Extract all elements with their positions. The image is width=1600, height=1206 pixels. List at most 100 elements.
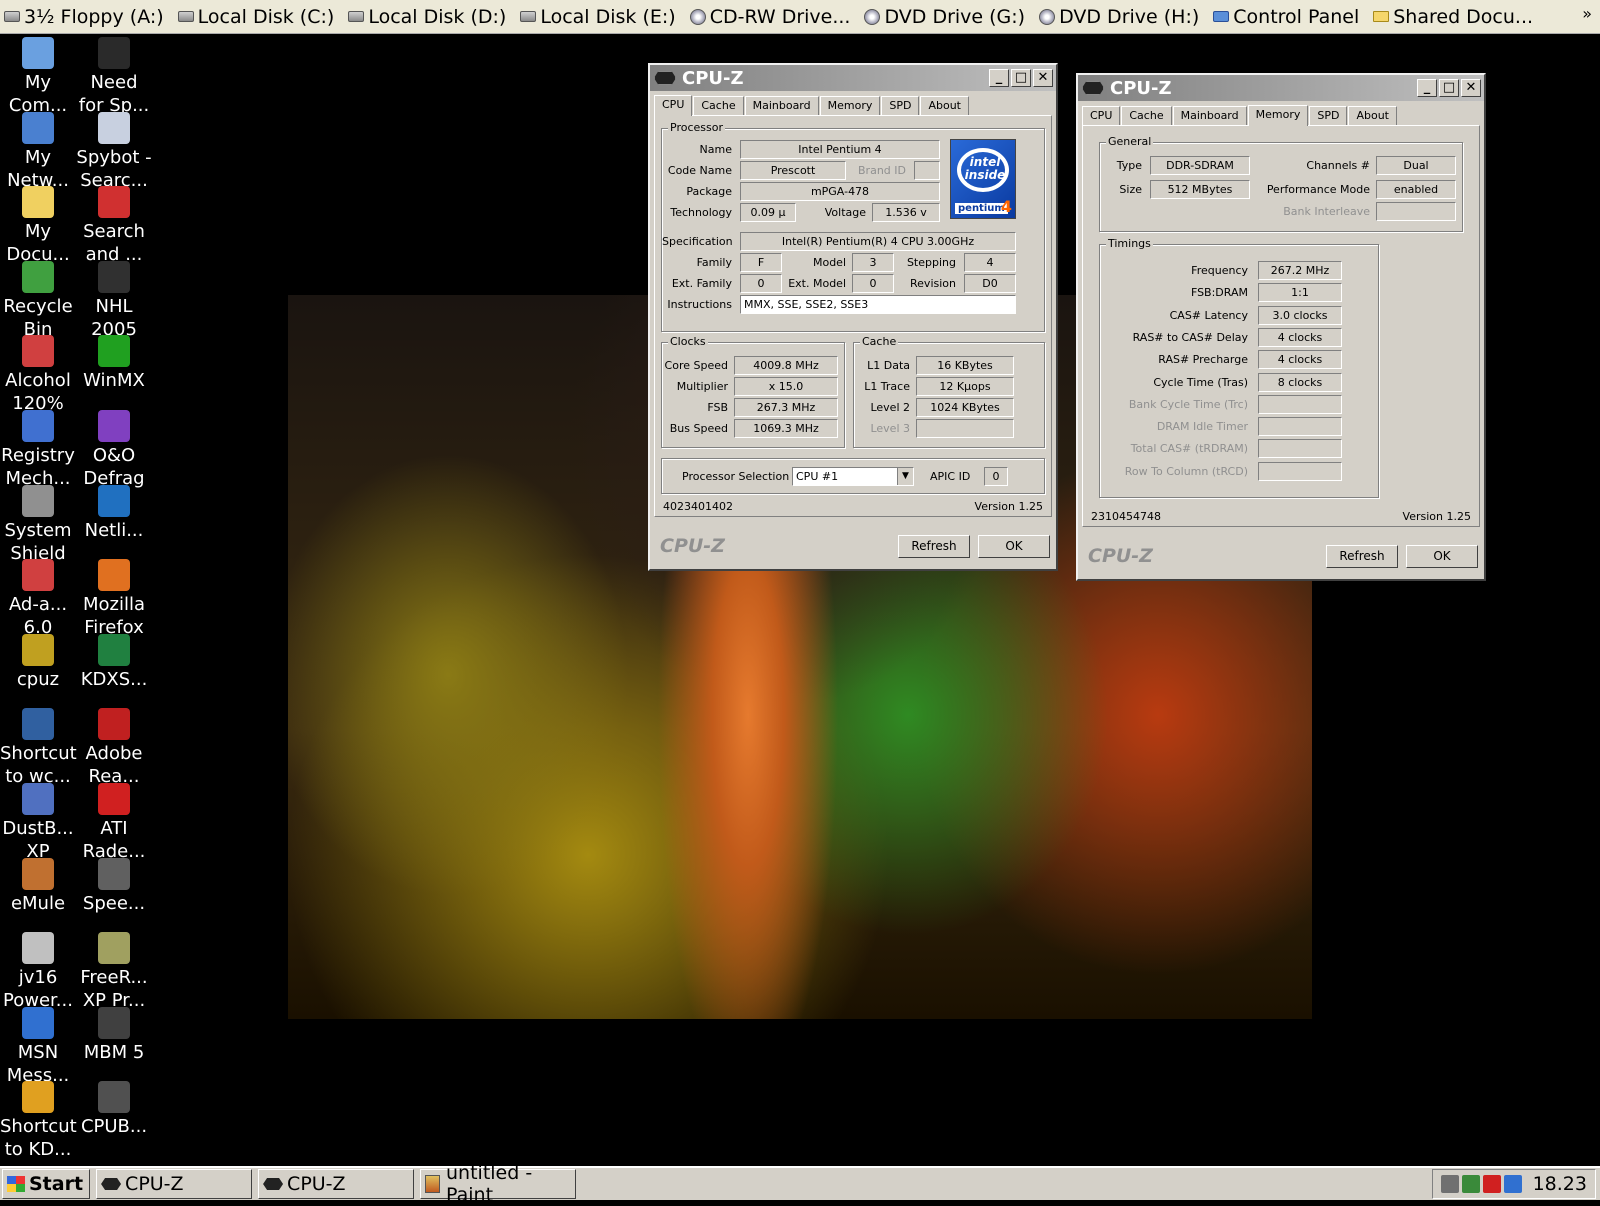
desktop-shortcut[interactable]: Spee...	[76, 857, 152, 915]
version-text: Version 1.25	[974, 500, 1043, 513]
desktop-shortcut[interactable]: cpuz	[0, 633, 76, 691]
tab-about[interactable]: About	[920, 96, 969, 115]
cpuz-icon	[101, 1178, 122, 1190]
cpuz-icon	[22, 633, 54, 666]
desktop-shortcut[interactable]: NHL 2005	[76, 260, 152, 341]
start-button[interactable]: Start	[2, 1169, 91, 1199]
drive-link-6[interactable]: DVD Drive (H:)	[1039, 6, 1199, 28]
codename-label: Code Name	[667, 164, 732, 177]
desktop-shortcut[interactable]: ATI Rade...	[76, 783, 152, 863]
desktop-shortcut[interactable]: Need for Sp...	[76, 37, 152, 117]
tab-cpu[interactable]: CPU	[654, 95, 693, 116]
desktop-shortcut[interactable]: O&O Defrag	[76, 410, 152, 490]
shortcut-label: Spee...	[82, 892, 146, 914]
maximize-button[interactable]: □	[1011, 69, 1031, 87]
desktop-shortcut[interactable]: Ad-a... 6.0	[0, 559, 76, 639]
drive-link-7[interactable]: Control Panel	[1213, 6, 1359, 28]
desktop-shortcut[interactable]: My Com...	[0, 37, 76, 117]
msn-tray-icon[interactable]	[1503, 1175, 1522, 1193]
drive-label: Shared Docu...	[1393, 5, 1534, 28]
desktop-shortcut[interactable]: Recycle Bin	[0, 260, 76, 341]
desktop-shortcut[interactable]: Mozilla Firefox	[76, 559, 152, 639]
desktop-shortcut[interactable]: My Netw...	[0, 111, 76, 192]
shortcut-label: to KD...	[4, 1139, 72, 1161]
shortcut-label: WinMX	[83, 370, 145, 392]
more-chevron-icon[interactable]: »	[1582, 4, 1592, 23]
desktop-shortcut[interactable]: KDXS...	[76, 633, 152, 691]
close-button[interactable]: ✕	[1461, 79, 1481, 97]
drive-link-2[interactable]: Local Disk (D:)	[348, 6, 506, 28]
shortcut-label: Need	[90, 72, 138, 93]
dvd-drive-icon	[1039, 8, 1056, 25]
desktop-shortcut[interactable]: FreeR... XP Pr...	[76, 932, 152, 1012]
processor-group: Processor Name Intel Pentium 4 Code Name…	[661, 121, 1045, 332]
instructions-label: Instructions	[667, 298, 732, 311]
drive-link-8[interactable]: Shared Docu...	[1373, 6, 1533, 28]
performance-mode-value: enabled	[1376, 180, 1456, 199]
drive-link-3[interactable]: Local Disk (E:)	[520, 6, 676, 28]
tab-memory[interactable]: Memory	[1247, 105, 1309, 126]
minimize-button[interactable]: _	[989, 69, 1009, 87]
tab-cache[interactable]: Cache	[693, 96, 744, 115]
desktop-shortcut[interactable]: Shortcut to wc...	[0, 708, 77, 788]
hard-disk-icon	[177, 11, 194, 22]
timing-label: Total CAS# (tRDRAM)	[1130, 442, 1248, 456]
drive-link-5[interactable]: DVD Drive (G:)	[864, 6, 1025, 28]
motherboard-monitor-icon[interactable]	[1440, 1175, 1459, 1193]
cpuz-app-icon	[1082, 81, 1104, 95]
ati-tray-icon[interactable]	[1482, 1175, 1501, 1193]
tab-about[interactable]: About	[1348, 106, 1397, 125]
desktop-shortcut[interactable]: Registry Mech...	[0, 410, 76, 490]
timing-label: CAS# Latency	[1169, 308, 1248, 322]
cpuz-window-memory: CPU-Z _ □ ✕ CPU Cache Mainboard Memory SPD Ab…	[1076, 73, 1486, 581]
processor-selection-label: Processor Selection	[682, 470, 790, 483]
maximize-button[interactable]: □	[1439, 79, 1459, 97]
hard-disk-icon	[520, 11, 537, 22]
taskbar-button[interactable]: CPU-Z	[258, 1169, 415, 1199]
tab-mainboard[interactable]: Mainboard	[1172, 106, 1247, 125]
desktop-shortcut[interactable]: MSN Mess...	[0, 1006, 76, 1087]
taskbar-button[interactable]: CPU-Z	[96, 1169, 253, 1199]
desktop-shortcut[interactable]: Netli...	[76, 484, 152, 542]
tab-cpu[interactable]: CPU	[1082, 106, 1121, 125]
drive-label: Local Disk (C:)	[197, 5, 335, 28]
tab-memory[interactable]: Memory	[819, 96, 881, 115]
control-panel-icon	[1213, 11, 1230, 22]
desktop-shortcut[interactable]: MBM 5	[76, 1006, 152, 1064]
ok-button[interactable]: OK	[1406, 545, 1478, 568]
timing-value: 4 clocks	[1258, 350, 1342, 370]
desktop-shortcut[interactable]: jv16 Power...	[0, 932, 76, 1012]
processor-selection-dropdown[interactable]: CPU #1 ▼	[792, 467, 914, 486]
desktop-shortcut[interactable]: WinMX	[76, 335, 152, 392]
drive-link-0[interactable]: 3½ Floppy (A:)	[4, 6, 164, 28]
chevron-down-icon[interactable]: ▼	[897, 468, 913, 485]
title-bar[interactable]: CPU-Z _ □ ✕	[650, 65, 1056, 91]
search-destroy-icon	[98, 186, 130, 219]
desktop-shortcut[interactable]: Search and ...	[76, 186, 152, 266]
tab-mainboard[interactable]: Mainboard	[744, 96, 819, 115]
desktop-shortcut[interactable]: DustB... XP	[0, 783, 76, 863]
refresh-button[interactable]: Refresh	[1326, 545, 1398, 568]
tab-cache[interactable]: Cache	[1121, 106, 1172, 125]
taskbar-button[interactable]: untitled - Paint	[420, 1162, 577, 1206]
windows-flag-icon[interactable]	[1461, 1175, 1480, 1193]
level2-label: Level 2	[870, 401, 910, 414]
tab-spd[interactable]: SPD	[1309, 106, 1348, 125]
tab-spd[interactable]: SPD	[881, 96, 920, 115]
timings-group: Timings Frequency 267.2 MHz FSB:DRAM 1:1 CAS…	[1099, 237, 1379, 498]
desktop-shortcut[interactable]: CPUB...	[76, 1081, 152, 1138]
minimize-button[interactable]: _	[1417, 79, 1437, 97]
drive-link-1[interactable]: Local Disk (C:)	[177, 5, 335, 28]
desktop-shortcut[interactable]: System Shield	[0, 484, 76, 565]
desktop-shortcut[interactable]: Shortcut to KD...	[0, 1081, 77, 1161]
refresh-button[interactable]: Refresh	[898, 535, 970, 558]
ok-button[interactable]: OK	[978, 535, 1050, 558]
desktop-shortcut[interactable]: Alcohol 120%	[0, 335, 76, 415]
desktop-shortcut[interactable]: My Docu...	[0, 186, 76, 266]
title-bar[interactable]: CPU-Z _ □ ✕	[1078, 75, 1484, 101]
close-button[interactable]: ✕	[1033, 69, 1053, 87]
desktop-shortcut[interactable]: eMule	[0, 857, 76, 915]
desktop-shortcut[interactable]: Spybot - Searc...	[76, 111, 152, 192]
drive-link-4[interactable]: CD-RW Drive...	[689, 6, 850, 28]
desktop-shortcut[interactable]: Adobe Rea...	[76, 708, 152, 788]
